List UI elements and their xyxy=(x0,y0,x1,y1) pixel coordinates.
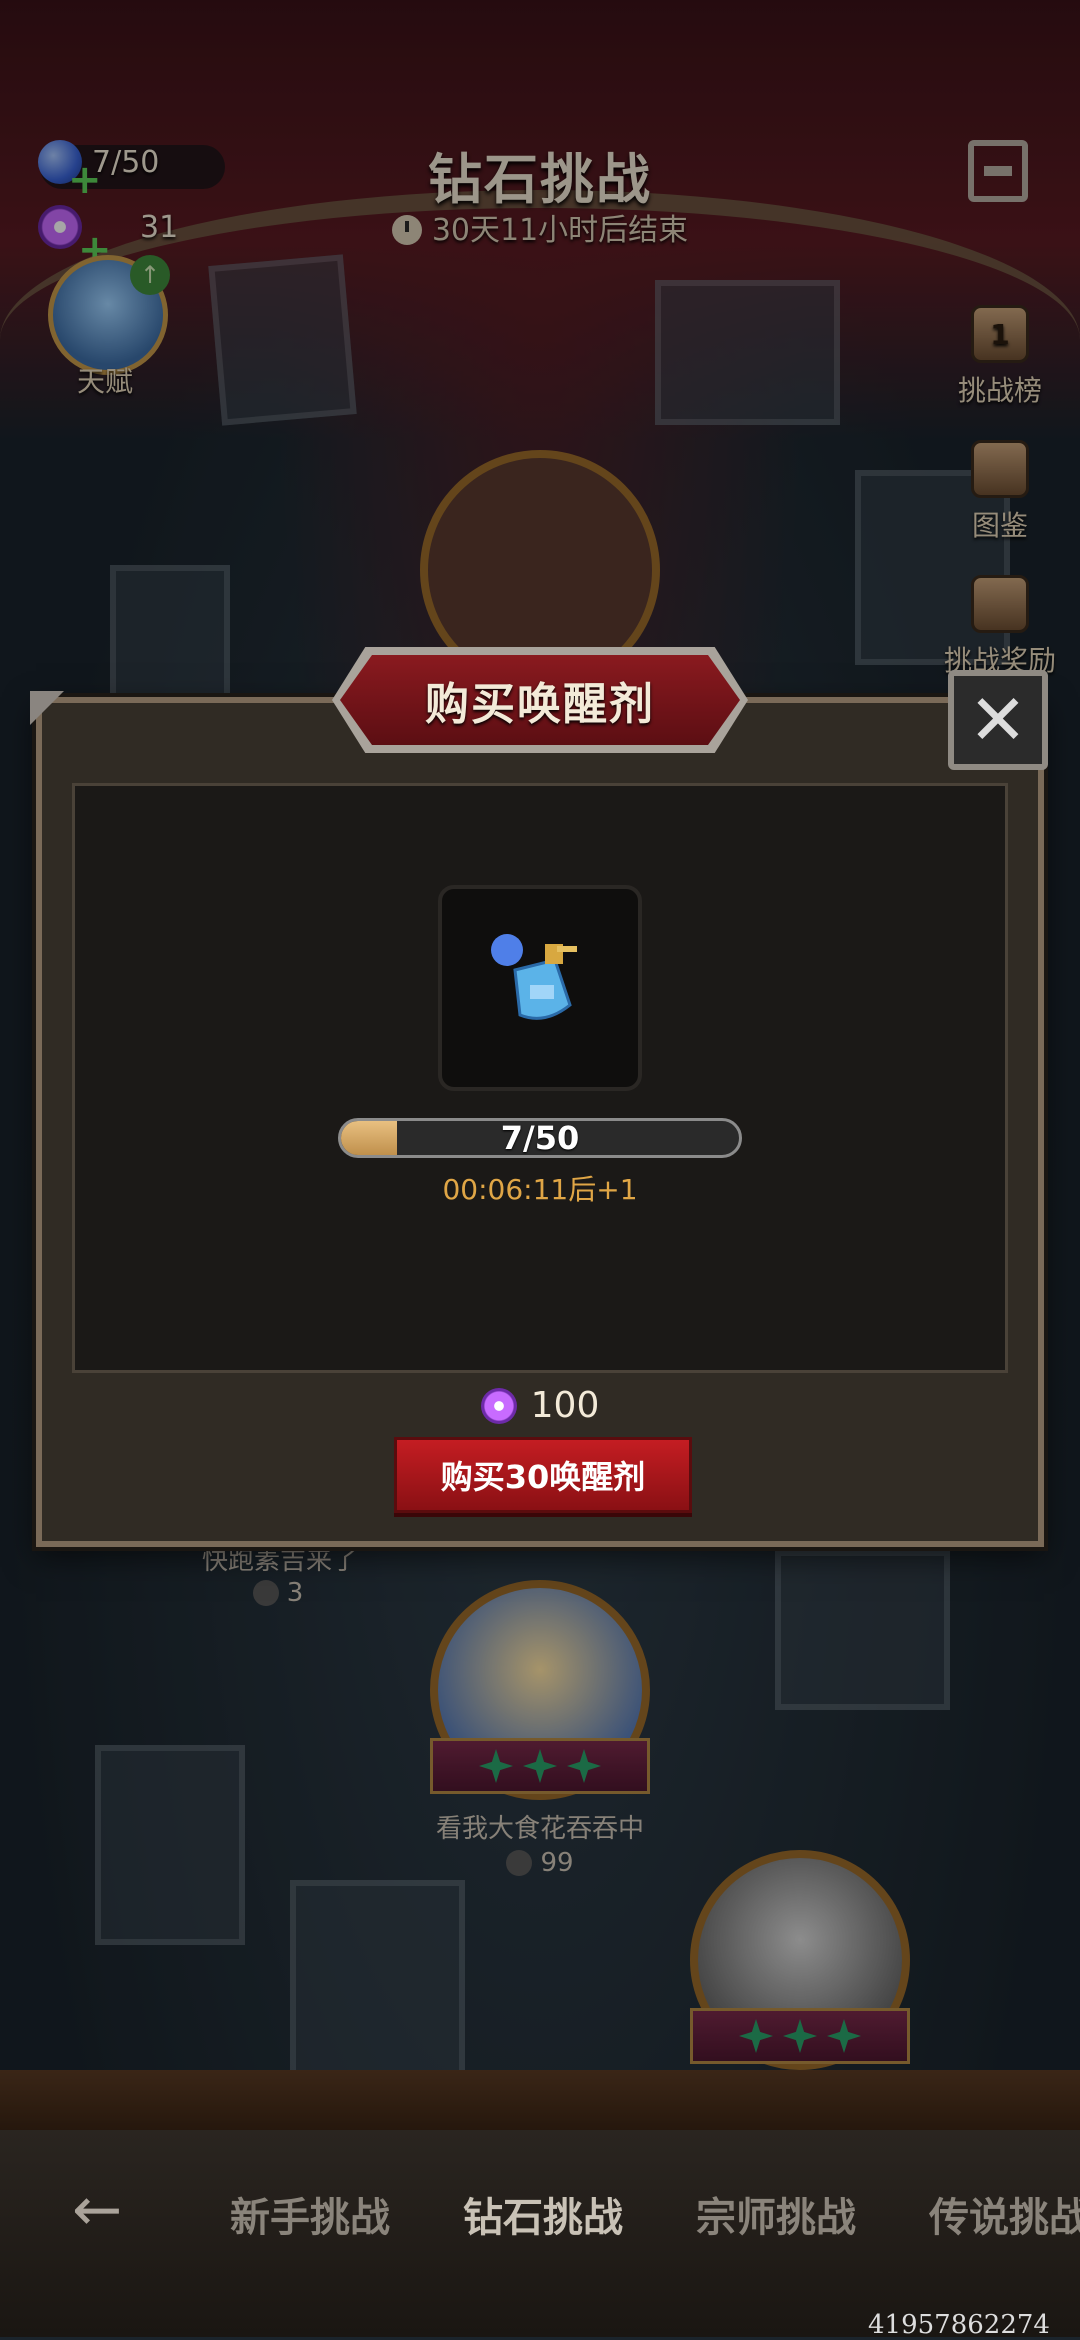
tab-beginner[interactable]: 新手挑战 xyxy=(230,2185,390,2243)
tab-diamond[interactable]: 钻石挑战 xyxy=(463,2185,623,2243)
close-button[interactable]: ✕ xyxy=(948,670,1048,770)
dialog-title-banner: 购买唤醒剂 xyxy=(340,655,740,745)
regen-timer: 00:06:11后+1 xyxy=(442,1173,638,1206)
frame-corner xyxy=(30,691,64,725)
buy-button[interactable]: 购买30唤醒剂 xyxy=(394,1437,692,1513)
awakening-potion-icon xyxy=(491,934,577,1020)
candy-icon xyxy=(480,1387,517,1424)
progress-text: 7/50 xyxy=(500,1119,580,1157)
price: 100 xyxy=(0,1385,1080,1426)
tab-master[interactable]: 宗师挑战 xyxy=(696,2185,856,2243)
dialog-title: 购买唤醒剂 xyxy=(425,679,655,730)
energy-progress-bar: 7/50 xyxy=(338,1118,742,1158)
tab-legend[interactable]: 传说挑战 xyxy=(929,2185,1080,2243)
close-icon: ✕ xyxy=(968,679,1028,761)
watermark-id: 41957862274 xyxy=(868,2310,1050,2340)
price-value: 100 xyxy=(530,1385,600,1426)
back-arrow-icon[interactable]: ← xyxy=(72,2180,142,2240)
